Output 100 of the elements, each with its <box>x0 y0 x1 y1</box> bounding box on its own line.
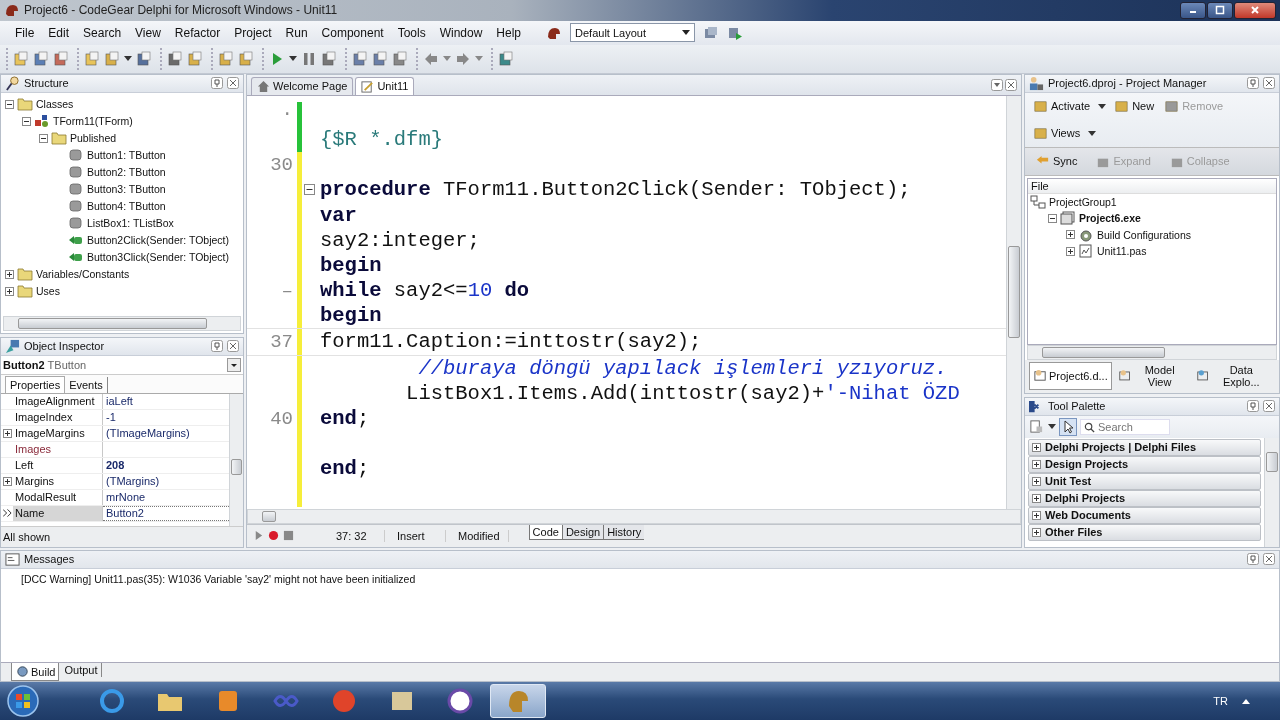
tree-item[interactable]: Published <box>70 132 117 145</box>
property-name[interactable]: Margins <box>13 473 102 489</box>
expand-toggle[interactable] <box>5 286 14 296</box>
close-icon[interactable] <box>1263 553 1275 566</box>
menu-item[interactable]: File <box>8 23 42 42</box>
property-value[interactable]: Button2 <box>106 507 144 520</box>
view-tab[interactable]: Design <box>561 524 604 540</box>
vertical-scrollbar[interactable] <box>1006 95 1021 509</box>
horizontal-scrollbar[interactable] <box>3 315 241 331</box>
expand-toggle[interactable] <box>5 99 14 109</box>
tree-item[interactable]: TForm11(TForm) <box>53 115 133 128</box>
expand-toggle[interactable] <box>22 116 31 126</box>
tree-item[interactable]: Classes <box>36 98 74 111</box>
dropdown-caret-icon[interactable] <box>289 56 297 62</box>
panel-tab[interactable]: Build <box>11 663 60 681</box>
tree-item[interactable]: ListBox1: TListBox <box>87 217 174 230</box>
expand-toggle[interactable] <box>39 133 48 143</box>
menu-item[interactable]: Refactor <box>167 23 228 42</box>
pin-icon[interactable] <box>1247 400 1259 413</box>
close-button[interactable] <box>1234 1 1276 19</box>
menu-item[interactable]: Run <box>278 23 315 42</box>
expand-toggle[interactable] <box>2 476 12 486</box>
inspector-tab[interactable]: Events <box>65 376 108 393</box>
maximize-button[interactable] <box>1207 1 1233 19</box>
palette-category[interactable]: Delphi Projects | Delphi Files <box>1028 438 1261 456</box>
property-value[interactable]: (TMargins) <box>106 475 160 488</box>
menu-item[interactable]: Window <box>432 23 490 42</box>
pause-icon[interactable] <box>301 50 317 67</box>
menu-item[interactable]: Edit <box>41 23 77 42</box>
start-button[interactable] <box>6 684 40 718</box>
editor-tab[interactable]: Welcome Page <box>251 76 354 95</box>
language-indicator[interactable]: TR <box>1213 695 1228 707</box>
view-tab[interactable]: History <box>603 524 645 540</box>
play-icon[interactable] <box>253 530 264 542</box>
pin-icon[interactable] <box>1247 77 1259 90</box>
dropdown-caret-icon[interactable] <box>1048 424 1056 430</box>
tree-item[interactable]: Button2: TButton <box>87 166 166 179</box>
dropdown-button[interactable] <box>227 357 241 372</box>
record-icon[interactable] <box>268 530 279 542</box>
editor-tab[interactable]: Unit11 <box>355 76 415 95</box>
pointer-icon[interactable] <box>1060 418 1076 435</box>
panel-tab[interactable]: Output <box>61 663 102 677</box>
tree-item[interactable]: Project6.exe <box>1079 212 1141 225</box>
menu-item[interactable]: Tools <box>390 23 433 42</box>
expand-toggle[interactable] <box>1048 213 1057 223</box>
property-value[interactable]: iaLeft <box>106 395 133 408</box>
close-icon[interactable] <box>1263 77 1275 90</box>
dropdown-caret-icon[interactable] <box>1098 103 1107 109</box>
panel-tab[interactable]: Project6.d... <box>1029 361 1112 390</box>
tree-item[interactable]: Unit11.pas <box>1097 245 1147 258</box>
tree-toolbar-button[interactable]: Sync <box>1033 151 1080 171</box>
tree-item[interactable]: Uses <box>36 285 60 298</box>
message-item[interactable]: [DCC Warning] Unit11.pas(35): W1036 Variable 'say2' might not have been initialized <box>21 572 1259 585</box>
tray-arrow-icon[interactable] <box>1242 698 1250 704</box>
forward-arrow-icon[interactable] <box>455 50 471 67</box>
property-value[interactable]: (TImageMargins) <box>106 427 190 440</box>
menu-item[interactable]: Project <box>227 23 279 42</box>
pin-icon[interactable] <box>211 340 223 353</box>
tree-item[interactable]: ProjectGroup1 <box>1049 195 1117 208</box>
tree-item[interactable]: Button4: TButton <box>87 200 166 213</box>
property-name[interactable]: Left <box>13 457 102 473</box>
property-value[interactable]: -1 <box>106 411 116 424</box>
tree-item[interactable]: Button3Click(Sender: TObject) <box>87 251 229 264</box>
search-field[interactable]: Search <box>1080 418 1170 435</box>
menu-item[interactable]: Component <box>314 23 391 42</box>
expand-toggle[interactable] <box>1066 230 1075 240</box>
property-name[interactable]: ImageMargins <box>13 425 102 441</box>
property-name[interactable]: ModalResult <box>13 489 102 505</box>
tree-item[interactable]: Button2Click(Sender: TObject) <box>87 234 229 247</box>
menu-item[interactable]: Help <box>489 23 529 42</box>
property-name[interactable]: ImageIndex <box>13 409 102 425</box>
dropdown-caret-icon[interactable] <box>124 56 132 62</box>
object-selector[interactable]: Button2 TButton <box>1 355 243 375</box>
panel-tab[interactable]: Data Explo... <box>1192 361 1275 390</box>
expand-toggle[interactable] <box>5 269 14 279</box>
minimize-button[interactable] <box>1180 1 1206 19</box>
menu-item[interactable]: View <box>128 23 168 42</box>
layout-dropdown[interactable]: Default Layout <box>570 23 696 43</box>
toolbar-button[interactable]: Views <box>1031 123 1083 143</box>
horizontal-scrollbar[interactable] <box>247 508 1021 524</box>
tree-item[interactable]: Build Configurations <box>1097 228 1191 241</box>
close-icon[interactable] <box>1005 78 1017 91</box>
pin-icon[interactable] <box>211 77 223 90</box>
toolbar-button[interactable]: Activate <box>1031 96 1093 116</box>
view-tab[interactable]: Code <box>528 524 562 540</box>
property-value[interactable]: mrNone <box>106 491 146 504</box>
dropdown-icon[interactable] <box>991 78 1003 91</box>
dropdown-caret-icon[interactable] <box>1088 130 1097 136</box>
property-name[interactable]: Images <box>13 441 102 457</box>
panel-tab[interactable]: Model View <box>1113 361 1191 390</box>
menu-item[interactable]: Search <box>76 23 129 42</box>
vertical-scrollbar[interactable] <box>229 393 243 526</box>
expand-toggle[interactable] <box>2 428 12 438</box>
vertical-scrollbar[interactable] <box>1264 437 1279 547</box>
property-value[interactable]: 208 <box>106 459 125 472</box>
close-icon[interactable] <box>227 340 239 353</box>
close-icon[interactable] <box>227 77 239 90</box>
tree-item[interactable]: Variables/Constants <box>36 268 130 281</box>
tree-item[interactable]: Button3: TButton <box>87 183 166 196</box>
fold-toggle[interactable] <box>303 184 315 196</box>
